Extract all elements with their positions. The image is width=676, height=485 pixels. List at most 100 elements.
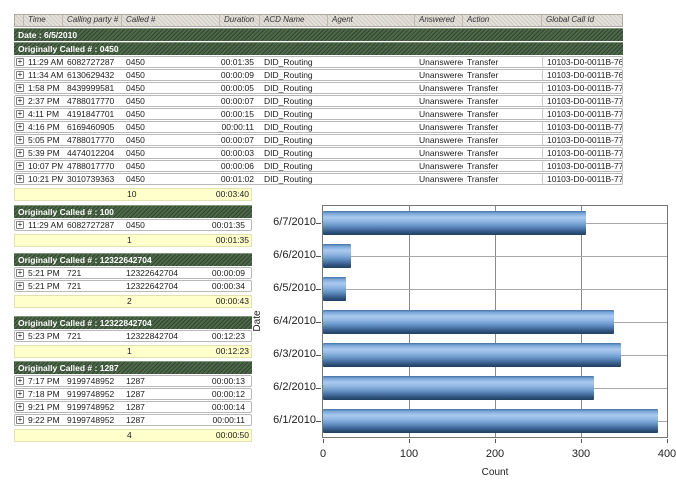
row-time: 7:17 PM <box>24 376 63 386</box>
x-axis-tick <box>667 439 668 443</box>
y-axis-title: Date <box>252 299 264 343</box>
row-action: Transfer <box>463 174 542 184</box>
row-duration: 00:00:09 <box>220 268 251 278</box>
row-time: 11:29 AM <box>24 220 63 230</box>
column-header-action: Action <box>463 15 542 26</box>
column-header-calling-party: Calling party # <box>63 15 122 26</box>
gridline-horizontal <box>323 355 667 356</box>
row-calling-party: 4191847701 <box>63 109 122 119</box>
x-tick-label: 100 <box>400 448 418 460</box>
summary-spacer <box>15 189 122 200</box>
x-tick-label: 200 <box>486 448 504 460</box>
row-calling-party: 721 <box>63 281 122 291</box>
row-called: 0450 <box>122 96 220 106</box>
gridline-horizontal <box>323 289 667 290</box>
row-called: 0450 <box>122 109 220 119</box>
expand-row-icon[interactable]: + <box>16 162 24 170</box>
row-agent <box>328 70 415 80</box>
group-header: Originally Called # : 12322642704 <box>14 253 252 266</box>
bar <box>323 244 351 268</box>
y-tick-label: 6/1/2010 <box>273 414 316 426</box>
summary-count: 1 <box>122 235 220 246</box>
row-global-call-id: 10103-D0-0011B-772 <box>542 109 622 119</box>
y-axis-tick <box>316 289 321 290</box>
expand-row-icon[interactable]: + <box>16 136 24 144</box>
row-duration: 00:00:03 <box>220 148 260 158</box>
bar <box>323 409 658 433</box>
row-acd-name: DID_Routing <box>260 161 328 171</box>
expand-row-icon[interactable]: + <box>16 110 24 118</box>
expand-row-icon[interactable]: + <box>16 269 24 277</box>
y-tick-label: 6/6/2010 <box>273 249 316 261</box>
row-duration: 00:12:23 <box>220 331 251 341</box>
row-time: 5:21 PM <box>24 281 63 291</box>
table-row: +1:58 PM8439999581045000:00:05DID_Routin… <box>14 82 623 94</box>
expand-row-icon[interactable]: + <box>16 282 24 290</box>
table-row: +5:05 PM4788017770045000:00:07DID_Routin… <box>14 134 623 146</box>
row-answered: Unanswered <box>415 122 463 132</box>
row-duration: 00:00:13 <box>220 376 251 386</box>
summary-count: 10 <box>122 189 220 200</box>
gridline-horizontal <box>323 223 667 224</box>
row-calling-party: 721 <box>63 331 122 341</box>
row-duration: 00:00:09 <box>220 70 260 80</box>
expand-row-icon[interactable]: + <box>16 97 24 105</box>
row-answered: Unanswered <box>415 161 463 171</box>
expander-cell: + <box>15 70 24 80</box>
group-summary-row: 1000:03:40 <box>14 188 252 201</box>
column-header-duration: Duration <box>220 15 260 26</box>
table-row: +2:37 PM4788017770045000:00:07DID_Routin… <box>14 95 623 107</box>
row-called: 1287 <box>122 402 220 412</box>
row-agent <box>328 122 415 132</box>
row-duration: 00:00:34 <box>220 281 251 291</box>
expand-row-icon[interactable]: + <box>16 175 24 183</box>
row-time: 11:29 AM <box>24 57 63 67</box>
row-duration: 00:00:14 <box>220 402 251 412</box>
x-axis-tick <box>495 439 496 443</box>
row-called: 1287 <box>122 415 220 425</box>
expand-row-icon[interactable]: + <box>16 390 24 398</box>
table-header-row: Time Calling party # Called # Duration A… <box>14 14 623 27</box>
expand-row-icon[interactable]: + <box>16 221 24 229</box>
row-called: 0450 <box>122 148 220 158</box>
row-called: 0450 <box>122 161 220 171</box>
row-agent <box>328 109 415 119</box>
expand-row-icon[interactable]: + <box>16 84 24 92</box>
column-header-agent: Agent <box>328 15 415 26</box>
table-row: +9:21 PM9199748952128700:00:14 <box>14 401 252 413</box>
row-action: Transfer <box>463 57 542 67</box>
row-time: 1:58 PM <box>24 83 63 93</box>
row-global-call-id: 10103-D0-0011B-773 <box>542 122 622 132</box>
expand-row-icon[interactable]: + <box>16 123 24 131</box>
row-calling-party: 8439999581 <box>63 83 122 93</box>
row-time: 4:11 PM <box>24 109 63 119</box>
row-called: 1287 <box>122 376 220 386</box>
summary-total-duration: 00:01:35 <box>220 235 251 246</box>
row-time: 5:39 PM <box>24 148 63 158</box>
summary-total-duration: 00:12:23 <box>220 346 251 357</box>
row-called: 0450 <box>122 174 220 184</box>
summary-total-duration: 00:03:40 <box>220 189 251 200</box>
table-row: +11:29 AM6082727287045000:01:35 <box>14 219 252 231</box>
expand-row-icon[interactable]: + <box>16 149 24 157</box>
row-duration: 00:01:35 <box>220 220 251 230</box>
row-global-call-id: 10103-D0-0011B-778 <box>542 148 622 158</box>
row-time: 7:18 PM <box>24 389 63 399</box>
row-calling-party: 6169460905 <box>63 122 122 132</box>
y-tick-label: 6/4/2010 <box>273 315 316 327</box>
row-called: 0450 <box>122 83 220 93</box>
row-agent <box>328 83 415 93</box>
table-row: +10:21 PM3010739363045000:01:02DID_Routi… <box>14 173 623 185</box>
expand-row-icon[interactable]: + <box>16 332 24 340</box>
expand-row-icon[interactable]: + <box>16 377 24 385</box>
expand-row-icon[interactable]: + <box>16 416 24 424</box>
row-duration: 00:00:07 <box>220 135 260 145</box>
expand-row-icon[interactable]: + <box>16 71 24 79</box>
row-calling-party: 4788017770 <box>63 161 122 171</box>
bar <box>323 277 346 301</box>
y-axis-tick <box>316 355 321 356</box>
expand-row-icon[interactable]: + <box>16 58 24 66</box>
bar <box>323 376 594 400</box>
row-duration: 00:00:05 <box>220 83 260 93</box>
expand-row-icon[interactable]: + <box>16 403 24 411</box>
